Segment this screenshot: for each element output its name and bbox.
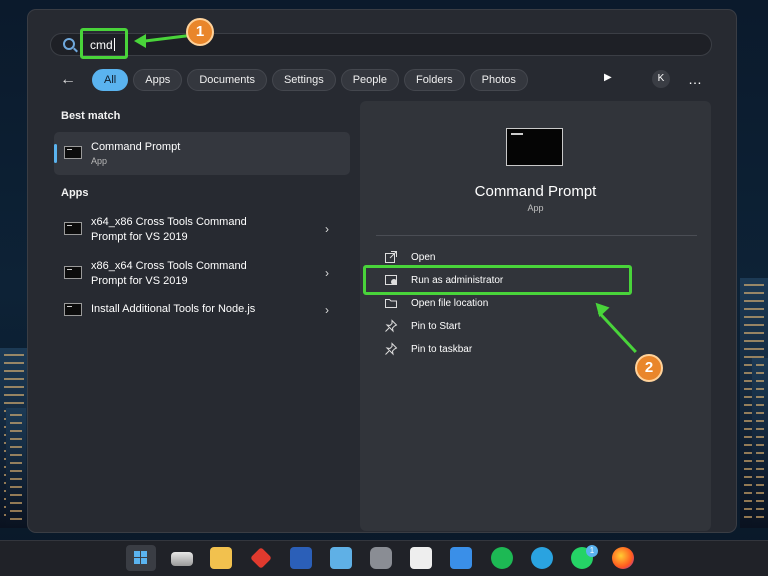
action-label: Open file location — [411, 297, 489, 309]
chevron-right-icon[interactable]: › — [325, 266, 329, 280]
app-item-line2: Prompt for VS 2019 — [91, 231, 188, 243]
telegram-icon[interactable] — [531, 547, 553, 569]
spotify-icon[interactable] — [491, 547, 513, 569]
filter-all[interactable]: All — [92, 69, 129, 91]
word-icon[interactable] — [290, 547, 312, 569]
background-building — [6, 408, 26, 528]
action-pin-to-taskbar[interactable]: Pin to taskbar — [384, 341, 472, 357]
calculator-icon[interactable] — [410, 547, 432, 569]
app-item-line1: x64_x86 Cross Tools Command — [91, 216, 247, 228]
action-label: Pin to taskbar — [411, 343, 473, 355]
app-item-line2: Prompt for VS 2019 — [91, 275, 188, 287]
apps-heading: Apps — [61, 187, 89, 199]
app-item-line1: x86_x64 Cross Tools Command — [91, 260, 247, 272]
action-pin-to-start[interactable]: Pin to Start — [384, 318, 460, 334]
notification-badge: 1 — [586, 545, 598, 557]
filter-apps[interactable]: Apps — [133, 69, 183, 91]
camera-icon[interactable] — [370, 547, 392, 569]
search-box[interactable]: cmd — [50, 33, 712, 56]
step-badge-2: 2 — [635, 354, 663, 382]
file-explorer-icon[interactable] — [210, 547, 232, 569]
pin-icon — [384, 319, 398, 333]
play-icon[interactable]: ▶ — [604, 72, 612, 83]
app-item-line1: Install Additional Tools for Node.js — [91, 303, 256, 315]
run-as-admin-highlight-box — [363, 265, 632, 295]
chevron-right-icon[interactable]: › — [325, 303, 329, 317]
firefox-icon[interactable] — [612, 547, 634, 569]
open-icon — [384, 250, 398, 264]
search-icon — [63, 38, 75, 50]
windows-icon — [134, 551, 147, 564]
divider — [376, 235, 697, 236]
pin-icon — [384, 342, 398, 356]
detail-title: Command Prompt — [474, 183, 597, 200]
best-match-title: Command Prompt — [91, 141, 181, 153]
command-prompt-icon — [64, 146, 82, 159]
chevron-right-icon[interactable]: › — [325, 222, 329, 236]
user-avatar[interactable]: K — [652, 70, 670, 88]
command-prompt-icon — [64, 222, 82, 235]
filter-settings[interactable]: Settings — [271, 69, 336, 91]
notepad-icon[interactable] — [330, 547, 352, 569]
start-button[interactable] — [126, 545, 156, 571]
task-view-icon[interactable] — [171, 552, 193, 566]
best-match-heading: Best match — [61, 110, 121, 122]
filter-folders[interactable]: Folders — [403, 69, 465, 91]
action-open[interactable]: Open — [384, 249, 435, 265]
filter-people[interactable]: People — [340, 69, 399, 91]
filter-photos[interactable]: Photos — [469, 69, 528, 91]
command-prompt-icon — [64, 266, 82, 279]
arrowhead-icon — [134, 34, 146, 48]
command-prompt-large-icon — [506, 128, 563, 166]
action-open-file-location[interactable]: Open file location — [384, 295, 488, 311]
best-match-subtitle: App — [91, 156, 108, 166]
detail-subtitle: App — [527, 203, 544, 213]
search-highlight-box — [80, 28, 128, 59]
filter-bar: ← All Apps Documents Settings People Fol… — [60, 68, 533, 92]
command-prompt-icon — [64, 303, 82, 316]
filter-documents[interactable]: Documents — [187, 69, 267, 91]
store-icon[interactable] — [450, 547, 472, 569]
step-badge-1: 1 — [186, 18, 214, 46]
action-label: Open — [411, 251, 436, 263]
action-label: Pin to Start — [411, 320, 461, 332]
back-arrow-icon[interactable]: ← — [60, 71, 84, 89]
folder-icon — [384, 296, 398, 310]
background-building — [752, 358, 768, 528]
more-options-icon[interactable]: … — [688, 71, 703, 87]
